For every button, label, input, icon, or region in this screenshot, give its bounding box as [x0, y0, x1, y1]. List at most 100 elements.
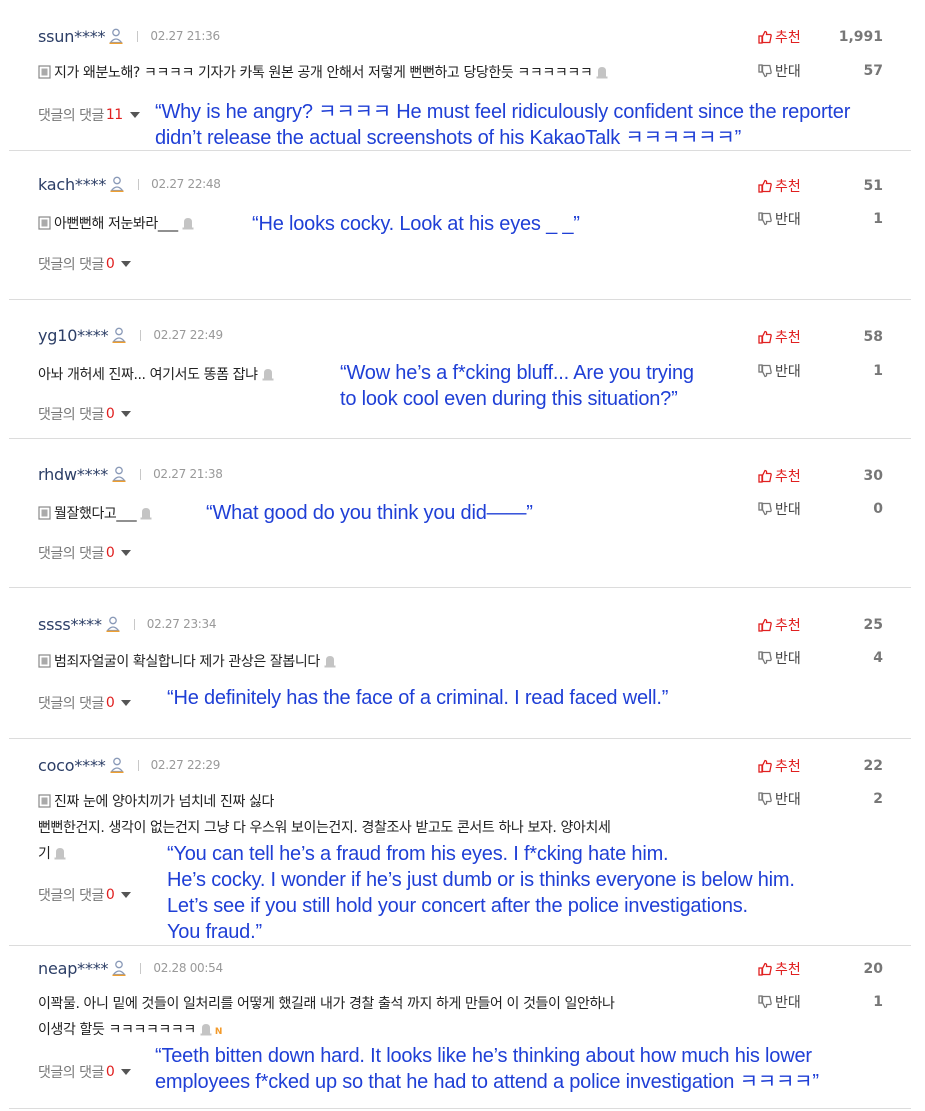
recommend-label: 추천 — [775, 962, 801, 978]
oppose-label: 반대 — [775, 995, 801, 1011]
thumbs-down-icon — [758, 212, 772, 226]
thumbs-down-icon — [758, 792, 772, 806]
replies-count: 11 — [105, 107, 123, 123]
chevron-down-icon — [121, 411, 132, 417]
replies-toggle[interactable]: 댓글의 댓글 0 — [38, 543, 132, 563]
oppose-button[interactable]: 반대 1 — [758, 992, 883, 1012]
comment-username[interactable]: coco**** — [38, 756, 106, 775]
replies-count: 0 — [105, 887, 115, 903]
thumbs-up-icon — [758, 962, 772, 976]
recommend-button[interactable]: 추천 1,991 — [758, 27, 883, 47]
comment-username[interactable]: ssss**** — [38, 615, 102, 634]
replies-toggle[interactable]: 댓글의 댓글 0 — [38, 254, 132, 274]
comment-text-line: 뻔뻔한건지. 생각이 없는건지 그냥 다 우스워 보이는건지. 경찰조사 받고도… — [38, 820, 611, 836]
report-icon[interactable] — [323, 651, 337, 668]
translation-annotation: “Teeth bitten down hard. It looks like h… — [155, 1043, 819, 1095]
comment-username[interactable]: rhdw**** — [38, 465, 108, 484]
comment-username[interactable]: ssun**** — [38, 27, 106, 46]
comment-username[interactable]: yg10**** — [38, 326, 109, 345]
oppose-label: 반대 — [775, 651, 801, 667]
report-icon[interactable] — [199, 1019, 213, 1036]
oppose-button[interactable]: 반대 4 — [758, 648, 883, 668]
thumbs-up-icon — [758, 618, 772, 632]
replies-toggle[interactable]: 댓글의 댓글 0 — [38, 693, 132, 713]
oppose-button[interactable]: 반대 1 — [758, 209, 883, 229]
oppose-button[interactable]: 반대 57 — [758, 61, 883, 81]
report-icon[interactable] — [595, 62, 609, 79]
comment-date: 02.27 23:34 — [146, 617, 217, 631]
replies-count: 0 — [105, 545, 115, 561]
comment-username[interactable]: neap**** — [38, 959, 109, 978]
translation-line: You fraud.” — [167, 921, 262, 943]
recommend-count: 25 — [863, 617, 883, 633]
document-icon — [38, 503, 51, 520]
replies-count: 0 — [105, 256, 115, 272]
oppose-count: 0 — [873, 501, 883, 517]
replies-toggle[interactable]: 댓글의 댓글 0 — [38, 404, 132, 424]
replies-toggle[interactable]: 댓글의 댓글 11 — [38, 105, 140, 125]
report-icon[interactable] — [53, 843, 67, 860]
user-icon — [105, 616, 120, 633]
recommend-button[interactable]: 추천 58 — [758, 327, 883, 347]
oppose-label: 반대 — [775, 792, 801, 808]
recommend-label: 추천 — [775, 759, 801, 775]
thumbs-up-icon — [758, 469, 772, 483]
oppose-button[interactable]: 반대 0 — [758, 499, 883, 519]
thumbs-up-icon — [758, 30, 772, 44]
translation-line: didn’t release the actual screenshots of… — [155, 127, 742, 149]
replies-toggle[interactable]: 댓글의 댓글 0 — [38, 1062, 132, 1082]
user-icon — [109, 757, 124, 774]
replies-toggle[interactable]: 댓글의 댓글 0 — [38, 885, 132, 905]
translation-line: “What good do you think you did——” — [206, 502, 533, 524]
recommend-button[interactable]: 추천 20 — [758, 959, 883, 979]
replies-count: 0 — [105, 695, 115, 711]
report-icon[interactable] — [261, 364, 275, 381]
recommend-count: 58 — [863, 329, 883, 345]
comment-body: 범죄자얼굴이 확실합니다 제가 관상은 잘봅니다 — [38, 649, 337, 675]
recommend-button[interactable]: 추천 25 — [758, 615, 883, 635]
comment-body: 지가 왜분노해? ㅋㅋㅋㅋ 기자가 카톡 원본 공개 안해서 저렇게 뻔뻔하고 … — [38, 60, 609, 86]
thumbs-down-icon — [758, 502, 772, 516]
translation-line: to look cool even during this situation?… — [340, 388, 678, 410]
user-icon — [112, 466, 126, 483]
translation-line: He’s cocky. I wonder if he’s just dumb o… — [167, 869, 795, 891]
translation-line: “He looks cocky. Look at his eyes _ _” — [252, 213, 580, 235]
translation-line: employees f*cked up so that he had to at… — [155, 1071, 819, 1093]
recommend-label: 추천 — [775, 618, 801, 634]
comment-divider — [9, 738, 911, 739]
thumbs-down-icon — [758, 995, 772, 1009]
translation-line: “He definitely has the face of a crimina… — [167, 687, 669, 709]
oppose-count: 1 — [873, 211, 883, 227]
thumbs-up-icon — [758, 759, 772, 773]
thumbs-up-icon — [758, 330, 772, 344]
recommend-label: 추천 — [775, 179, 801, 195]
comment-username[interactable]: kach**** — [38, 175, 106, 194]
oppose-button[interactable]: 반대 1 — [758, 361, 883, 381]
report-icon[interactable] — [181, 213, 195, 230]
comment-body: 이꽉물. 아니 밑에 것들이 일처리를 어떻게 했길래 내가 경찰 출석 까지 … — [38, 991, 615, 1045]
recommend-count: 30 — [863, 468, 883, 484]
user-icon — [110, 176, 124, 193]
chevron-down-icon — [121, 550, 132, 556]
oppose-button[interactable]: 반대 2 — [758, 789, 883, 809]
oppose-count: 1 — [873, 994, 883, 1010]
oppose-count: 57 — [863, 63, 883, 79]
report-icon[interactable] — [139, 503, 153, 520]
recommend-label: 추천 — [775, 469, 801, 485]
recommend-button[interactable]: 추천 51 — [758, 176, 883, 196]
comment-divider — [9, 438, 911, 439]
recommend-button[interactable]: 추천 22 — [758, 756, 883, 776]
translation-annotation: “What good do you think you did——” — [206, 500, 533, 526]
replies-count: 0 — [105, 406, 115, 422]
oppose-label: 반대 — [775, 364, 801, 380]
recommend-count: 51 — [863, 178, 883, 194]
document-icon — [38, 62, 51, 79]
chevron-down-icon — [121, 700, 132, 706]
recommend-label: 추천 — [775, 330, 801, 346]
comment-divider — [9, 1108, 911, 1109]
comment-body: 아놔 개허세 진짜... 여기서도 똥폼 잡냐 — [38, 362, 275, 388]
user-icon — [109, 28, 124, 45]
thumbs-down-icon — [758, 651, 772, 665]
translation-annotation: “He looks cocky. Look at his eyes _ _” — [252, 211, 580, 237]
recommend-button[interactable]: 추천 30 — [758, 466, 883, 486]
